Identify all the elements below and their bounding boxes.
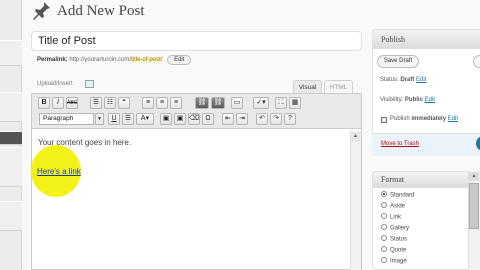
permalink-base: http://yourarturoin.com/ — [69, 57, 132, 63]
kitchen-sink-icon[interactable]: ▦ — [289, 97, 301, 109]
admin-menu-item[interactable] — [0, 201, 22, 231]
indent-icon[interactable]: ⇥ — [236, 113, 248, 125]
paste-word-icon[interactable]: ▣ — [174, 113, 186, 125]
admin-menu-item-active[interactable] — [0, 131, 22, 145]
blockquote-icon[interactable]: “ — [118, 97, 130, 109]
content-link[interactable]: Here's a link — [37, 167, 81, 176]
align-right-icon[interactable]: ≡ — [170, 97, 182, 109]
help-icon[interactable]: ? — [284, 113, 296, 125]
save-draft-button[interactable]: Save Draft — [377, 55, 419, 68]
publish-time-edit-link[interactable]: Edit — [448, 116, 458, 122]
format-option-label: Quote — [390, 247, 407, 254]
format-option-quote[interactable]: Quote — [381, 246, 407, 254]
visibility-label: Visibility: — [380, 97, 404, 103]
pushpin-icon — [33, 2, 50, 20]
status-value: Draft — [400, 77, 415, 83]
format-option-status[interactable]: Status — [381, 235, 408, 243]
format-option-label: Standard — [390, 192, 415, 199]
numbered-list-icon[interactable]: ☷ — [104, 97, 116, 109]
format-option-label: Image — [390, 258, 407, 265]
radio-icon[interactable] — [381, 202, 387, 208]
format-option-label: Gallery — [390, 225, 410, 232]
outdent-icon[interactable]: ⇤ — [222, 113, 234, 125]
paste-text-icon[interactable]: ▣ — [160, 113, 172, 125]
spellcheck-icon[interactable]: ✓▾ — [253, 97, 269, 109]
format-option-aside[interactable]: Aside — [381, 202, 406, 210]
format-option-label: Aside — [390, 203, 406, 210]
status-edit-link[interactable]: Edit — [416, 77, 426, 83]
special-character-icon[interactable]: Ω — [202, 113, 214, 125]
italic-icon[interactable]: I — [52, 97, 64, 109]
radio-icon[interactable] — [381, 213, 387, 219]
clear-formatting-icon[interactable]: ⌫ — [188, 113, 200, 125]
justify-icon[interactable]: ☰ — [122, 113, 134, 125]
visibility-value: Public — [404, 97, 423, 103]
insert-link-icon[interactable]: ⛓ — [195, 97, 209, 109]
scrollbar-thumb[interactable] — [469, 183, 479, 229]
admin-menu-item[interactable] — [0, 92, 22, 122]
visibility-edit-link[interactable]: Edit — [425, 97, 435, 103]
undo-icon[interactable]: ↶ — [256, 113, 268, 125]
fullscreen-icon[interactable]: ⛶ — [275, 97, 287, 109]
redo-icon[interactable]: ↷ — [270, 113, 282, 125]
radio-icon[interactable] — [381, 257, 387, 263]
status-label: Status: — [380, 77, 399, 83]
visibility-row: Visibility: Public Edit — [380, 97, 435, 103]
format-option-gallery[interactable]: Gallery — [381, 224, 410, 232]
upload-insert-label: Upload/Insert — [37, 81, 73, 87]
scroll-up-icon[interactable]: ▲ — [351, 132, 360, 141]
permalink-row: Permalink: http://yourarturoin.com/title… — [37, 55, 192, 65]
bold-icon[interactable]: B — [38, 97, 50, 109]
paragraph-format-select[interactable]: Paragraph — [39, 113, 94, 125]
admin-menu-item[interactable] — [0, 40, 22, 66]
permalink-edit-button[interactable]: Edit — [167, 55, 192, 65]
more-tag-icon[interactable]: ▭ — [231, 97, 243, 109]
radio-selected-icon[interactable] — [381, 191, 387, 197]
tab-html[interactable]: HTML — [324, 80, 353, 94]
format-option-label: Status — [390, 236, 408, 243]
remove-link-icon[interactable]: ⛓ — [211, 97, 225, 109]
editor-toolbar: B I ABC ☰ ☷ “ ≡ ≡ ≡ ⛓ ⛓ ▭ ✓▾ ⛶ ▦ Paragra… — [31, 93, 362, 129]
format-heading: Format — [372, 171, 480, 188]
align-left-icon[interactable]: ≡ — [142, 97, 154, 109]
bullet-list-icon[interactable]: ☰ — [90, 97, 102, 109]
underline-icon[interactable]: U — [108, 113, 120, 125]
post-title-input[interactable] — [31, 31, 362, 51]
scroll-up-icon[interactable]: ▲ — [469, 172, 479, 181]
publish-time-value: immediately — [411, 116, 447, 122]
format-option-label: Link — [390, 214, 402, 221]
align-center-icon[interactable]: ≡ — [156, 97, 168, 109]
publish-time-row: Publish immediately Edit — [390, 116, 458, 122]
admin-menu — [0, 0, 22, 270]
radio-icon[interactable] — [381, 235, 387, 241]
permalink-label: Permalink: — [37, 57, 68, 63]
calendar-icon — [381, 117, 387, 123]
permalink-slug[interactable]: title-of-post/ — [131, 57, 163, 63]
format-option-image[interactable]: Image — [381, 257, 407, 265]
preview-button[interactable] — [473, 55, 480, 68]
admin-menu-item[interactable] — [0, 147, 22, 187]
status-row: Status: Draft Edit — [380, 77, 426, 83]
move-to-trash-link[interactable]: Move to Trash — [381, 141, 419, 147]
chevron-down-icon[interactable]: ▼ — [95, 113, 104, 125]
editor-scrollbar[interactable] — [350, 131, 361, 270]
text-color-icon[interactable]: A▾ — [136, 113, 154, 125]
add-media-icon[interactable] — [85, 80, 94, 88]
format-option-link[interactable]: Link — [381, 213, 402, 221]
format-option-standard[interactable]: Standard — [381, 191, 415, 199]
strikethrough-icon[interactable]: ABC — [66, 97, 78, 109]
radio-icon[interactable] — [381, 246, 387, 252]
publish-heading: Publish — [372, 29, 480, 49]
radio-icon[interactable] — [381, 224, 387, 230]
page-title: Add New Post — [57, 3, 145, 19]
tab-visual[interactable]: Visual — [293, 80, 322, 94]
publish-time-label: Publish — [390, 116, 410, 122]
